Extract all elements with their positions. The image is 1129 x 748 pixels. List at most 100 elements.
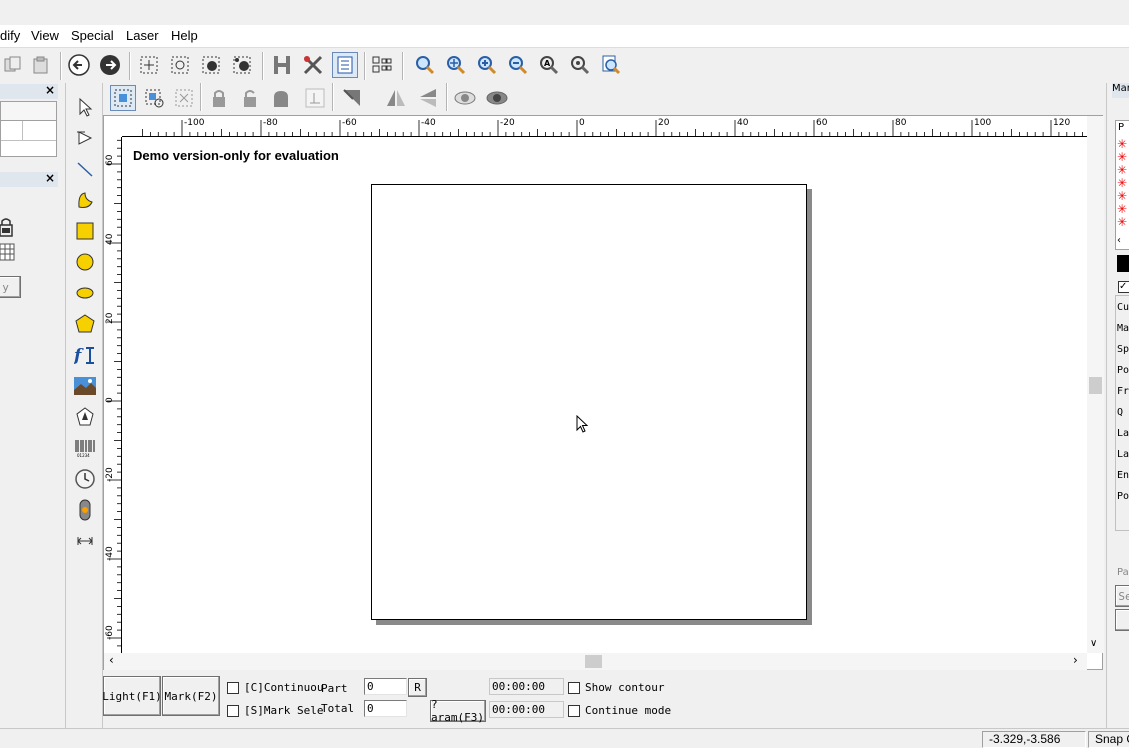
node-select-icon[interactable]	[136, 52, 162, 78]
menu-modify[interactable]: dify	[0, 28, 20, 43]
node-edit-icon[interactable]	[167, 52, 193, 78]
scroll-left-icon[interactable]: ‹	[109, 653, 114, 667]
vertical-scrollbar[interactable]: ∨	[1087, 116, 1104, 653]
ellipse-icon[interactable]	[72, 280, 98, 306]
grid-icon[interactable]	[0, 243, 16, 263]
select-mode-icon[interactable]	[110, 85, 136, 111]
ruler-label: -40	[105, 546, 115, 561]
use-default-checkbox[interactable]: ✓	[1118, 281, 1129, 293]
curve-icon[interactable]	[72, 187, 98, 213]
horizontal-scrollbar[interactable]: ‹ ›	[104, 653, 1087, 670]
rectangle-icon[interactable]	[72, 218, 98, 244]
polygon-icon[interactable]	[72, 311, 98, 337]
zoom-plus-icon[interactable]	[474, 52, 500, 78]
lock-icon[interactable]	[206, 85, 232, 111]
zoom-icon[interactable]	[412, 52, 438, 78]
part-count-field[interactable]: 0	[364, 678, 407, 695]
horizontal-scroll-thumb[interactable]	[585, 655, 602, 668]
copy-icon[interactable]	[0, 52, 26, 78]
param-laser-on-label: La	[1117, 428, 1129, 439]
zoom-fit-icon[interactable]	[567, 52, 593, 78]
svg-text:01234: 01234	[77, 453, 90, 458]
marking-area[interactable]	[371, 184, 807, 620]
ruler-label: -60	[105, 625, 115, 640]
horizontal-ruler: )-100-80-60-40-20020406080100120	[122, 116, 1087, 137]
mirror-vertical-icon[interactable]	[415, 85, 441, 111]
menu-help[interactable]: Help	[171, 28, 198, 43]
hide-icon[interactable]	[484, 85, 510, 111]
light-button-label: Light(F1)	[102, 689, 162, 703]
ruler-label: 100	[974, 118, 991, 128]
pen-color-swatch[interactable]	[1117, 255, 1129, 272]
continuous-checkbox[interactable]	[227, 682, 239, 694]
vertical-scroll-thumb[interactable]	[1089, 377, 1102, 394]
bitmap-icon[interactable]	[72, 373, 98, 399]
vertical-ruler: 60 40 20 0 -20 -40 -60	[104, 137, 122, 655]
status-bar: -3.329,-3.586 Snap G	[0, 728, 1129, 748]
ruler-label: -20	[105, 467, 115, 482]
barcode-icon[interactable]: 01234	[72, 435, 98, 461]
node-curve-icon[interactable]	[72, 125, 98, 151]
show-contour-checkbox[interactable]	[568, 682, 580, 694]
drawing-canvas[interactable]: Demo version-only for evaluation	[123, 138, 1085, 655]
mirror-horizontal-icon[interactable]	[383, 85, 409, 111]
continue-mode-checkbox[interactable]	[568, 705, 580, 717]
mark-button-label: Mark(F2)	[164, 689, 218, 703]
ruler-label: -80	[263, 118, 278, 128]
transform-icon[interactable]	[339, 85, 365, 111]
toolbar-separator	[364, 52, 366, 80]
draw-toolbar: f 01234	[67, 83, 103, 728]
node-delete-icon[interactable]	[229, 52, 255, 78]
show-icon[interactable]	[452, 85, 478, 111]
demo-watermark: Demo version-only for evaluation	[133, 148, 339, 163]
select-rotate-icon[interactable]	[141, 85, 167, 111]
input-port-icon[interactable]	[72, 497, 98, 523]
text-icon[interactable]: f	[72, 342, 98, 368]
menu-special[interactable]: Special	[71, 28, 114, 43]
group-icon[interactable]	[369, 52, 395, 78]
unlock-icon[interactable]	[237, 85, 263, 111]
pen-list-scroll-left-icon[interactable]: ‹	[1117, 235, 1121, 246]
list-icon[interactable]	[332, 52, 358, 78]
param-button[interactable]: ?aram(F3)	[430, 698, 486, 724]
paste-icon[interactable]	[28, 52, 54, 78]
reset-button[interactable]: R	[408, 678, 427, 697]
select-arrow-icon[interactable]	[72, 94, 98, 120]
apply-pen-button[interactable]	[1115, 609, 1129, 631]
tools-icon[interactable]	[300, 52, 326, 78]
scroll-right-icon[interactable]: ›	[1073, 653, 1078, 667]
zoom-minus-icon[interactable]	[505, 52, 531, 78]
scroll-down-icon[interactable]: ∨	[1090, 638, 1097, 649]
continue-mode-label: Continue mode	[585, 704, 672, 717]
circle-icon[interactable]	[72, 249, 98, 275]
select-grid-icon[interactable]	[171, 85, 197, 111]
pen-list-header: P	[1118, 122, 1125, 133]
lock-icon[interactable]	[0, 217, 16, 239]
apply-button[interactable]: y	[0, 276, 21, 298]
zoom-page-icon[interactable]	[598, 52, 624, 78]
nav-forward-icon[interactable]	[97, 52, 123, 78]
menu-laser[interactable]: Laser	[126, 28, 159, 43]
node-add-icon[interactable]	[198, 52, 224, 78]
zoom-all-icon[interactable]: A	[536, 52, 562, 78]
close-icon[interactable]: ×	[45, 83, 55, 97]
line-icon[interactable]	[72, 156, 98, 182]
light-button[interactable]: Light(F1)	[102, 676, 162, 716]
align-icon[interactable]	[302, 85, 328, 111]
set-button[interactable]: Se	[1115, 585, 1129, 607]
mark-button[interactable]: Mark(F2)	[162, 676, 220, 716]
clock-icon[interactable]	[72, 466, 98, 492]
zoom-in-icon[interactable]	[443, 52, 469, 78]
mark-selected-checkbox[interactable]	[227, 705, 239, 717]
close-icon[interactable]: ×	[45, 171, 55, 185]
vector-file-icon[interactable]	[72, 404, 98, 430]
menu-view[interactable]: View	[31, 28, 59, 43]
lock-all-icon[interactable]	[268, 85, 294, 111]
pen-list[interactable]: P ✳ ✳ ✳ ✳ ✳ ✳ ✳	[1115, 120, 1129, 250]
total-count-field[interactable]: 0	[364, 700, 407, 717]
hatch-icon[interactable]	[269, 52, 295, 78]
nav-back-icon[interactable]	[66, 52, 92, 78]
set-button-label: Se	[1118, 589, 1129, 603]
object-list[interactable]	[0, 101, 57, 157]
delay-icon[interactable]	[72, 528, 98, 554]
